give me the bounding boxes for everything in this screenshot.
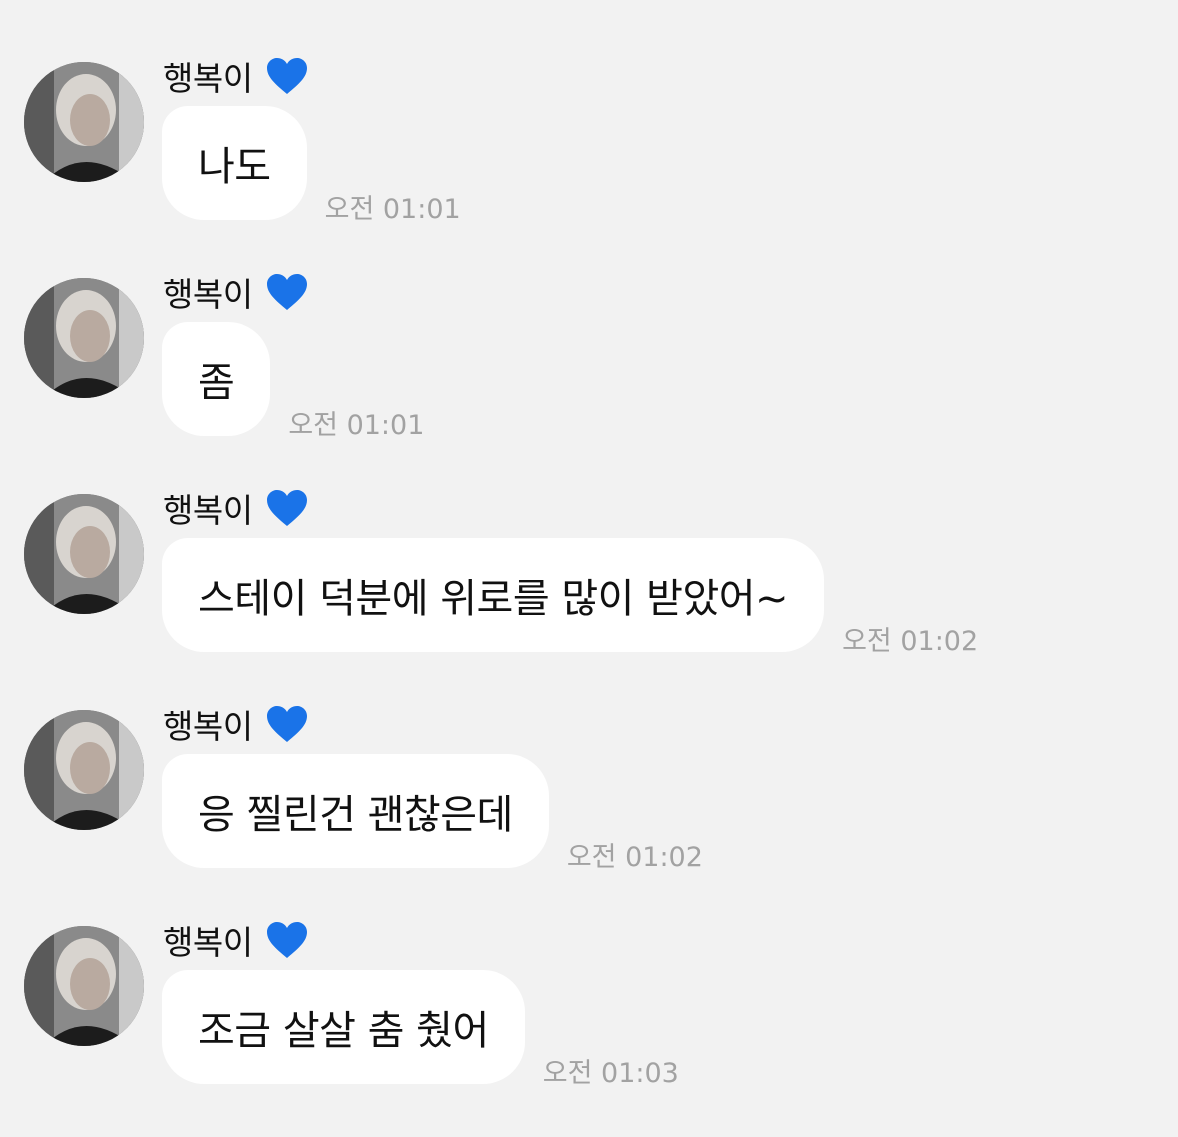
message-bubble[interactable]: 응 찔린건 괜찮은데 (162, 754, 549, 868)
blue-heart-icon (266, 922, 307, 958)
message-item: 행복이 조금 살살 춤 췄어 오전 01:03 (0, 918, 1178, 1134)
blue-heart-icon (266, 706, 307, 742)
avatar[interactable] (24, 710, 144, 830)
message-row: 스테이 덕분에 위로를 많이 받았어~ 오전 01:02 (162, 538, 978, 657)
chat-message-list[interactable]: 행복이 나도 오전 01:01 행복이 좀 오전 01:01 행복이 스테이 덕… (0, 0, 1178, 1137)
message-row: 조금 살살 춤 췄어 오전 01:03 (162, 970, 679, 1089)
sender-name: 행복이 (163, 59, 253, 98)
avatar[interactable] (24, 494, 144, 614)
message-time: 오전 01:02 (842, 626, 979, 657)
message-time: 오전 01:03 (542, 1058, 679, 1089)
message-bubble[interactable]: 조금 살살 춤 췄어 (162, 970, 525, 1084)
message-item: 행복이 나도 오전 01:01 (0, 54, 1178, 270)
sender-row: 행복이 (163, 918, 309, 962)
message-row: 좀 오전 01:01 (162, 322, 424, 441)
sender-row: 행복이 (163, 486, 309, 530)
message-row: 나도 오전 01:01 (162, 106, 461, 225)
avatar[interactable] (24, 278, 144, 398)
message-item: 행복이 스테이 덕분에 위로를 많이 받았어~ 오전 01:02 (0, 486, 1178, 702)
avatar[interactable] (24, 62, 144, 182)
blue-heart-icon (266, 274, 307, 310)
message-bubble[interactable]: 좀 (162, 322, 271, 436)
sender-name: 행복이 (163, 923, 253, 962)
sender-row: 행복이 (163, 702, 309, 746)
message-item: 행복이 좀 오전 01:01 (0, 270, 1178, 486)
blue-heart-icon (266, 490, 307, 526)
message-time: 오전 01:02 (566, 842, 703, 873)
sender-name: 행복이 (163, 707, 253, 746)
blue-heart-icon (266, 58, 307, 94)
message-time: 오전 01:01 (324, 194, 461, 225)
sender-name: 행복이 (163, 491, 253, 530)
message-item: 행복이 응 찔린건 괜찮은데 오전 01:02 (0, 702, 1178, 918)
message-bubble[interactable]: 스테이 덕분에 위로를 많이 받았어~ (162, 538, 825, 652)
sender-row: 행복이 (163, 270, 309, 314)
message-bubble[interactable]: 나도 (162, 106, 307, 220)
sender-name: 행복이 (163, 275, 253, 314)
sender-row: 행복이 (163, 54, 309, 98)
message-time: 오전 01:01 (288, 410, 425, 441)
avatar[interactable] (24, 926, 144, 1046)
message-row: 응 찔린건 괜찮은데 오전 01:02 (162, 754, 703, 873)
